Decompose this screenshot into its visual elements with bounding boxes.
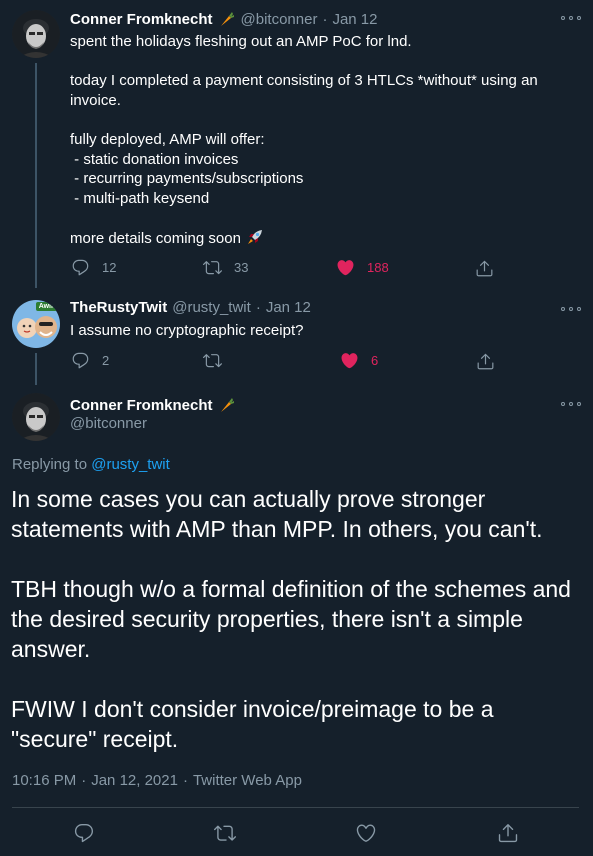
retweet-icon	[203, 351, 222, 370]
like-icon	[340, 351, 359, 370]
tweet-date[interactable]: Jan 12, 2021	[91, 772, 178, 789]
like-icon	[355, 822, 377, 844]
tweet-date[interactable]: Jan 12	[266, 299, 311, 316]
tweet-header: TheRustyTwit @rusty_twit · Jan 12	[70, 299, 311, 316]
retweet-icon	[203, 258, 222, 277]
tweet-date[interactable]: Jan 12	[332, 11, 377, 28]
replying-to: Replying to @rusty_twit	[12, 456, 170, 473]
author-name[interactable]: Conner Fromknecht	[70, 11, 213, 28]
more-icon[interactable]	[561, 302, 581, 316]
tweet-source[interactable]: Twitter Web App	[193, 772, 302, 789]
tweet-text: I assume no cryptographic receipt?	[70, 322, 304, 339]
avatar[interactable]	[12, 10, 60, 58]
reply-button[interactable]	[73, 822, 95, 844]
separator: ·	[255, 299, 261, 316]
author-name[interactable]: Conner Fromknecht	[70, 397, 213, 414]
retweet-count: 33	[234, 260, 249, 275]
like-icon	[336, 258, 355, 277]
thread-line	[35, 353, 37, 385]
like-count: 6	[371, 353, 379, 368]
author-handle[interactable]: @bitconner	[241, 11, 318, 28]
like-button[interactable]: 188	[336, 258, 389, 277]
like-button[interactable]	[355, 822, 377, 844]
reply-icon	[73, 822, 95, 844]
share-icon	[497, 822, 519, 844]
separator: ·	[322, 10, 328, 28]
replying-to-link[interactable]: @rusty_twit	[91, 456, 170, 473]
tweet-meta: 10:16 PM · Jan 12, 2021 · Twitter Web Ap…	[12, 772, 302, 789]
author-name[interactable]: TheRustyTwit	[70, 299, 167, 316]
replying-prefix: Replying to	[12, 456, 92, 473]
main-tweet-text: In some cases you can actually prove str…	[11, 486, 571, 752]
reply-icon	[71, 351, 90, 370]
reply-count: 12	[102, 260, 117, 275]
share-icon	[475, 259, 494, 278]
like-button[interactable]: 6	[340, 351, 378, 370]
like-count: 188	[367, 260, 389, 275]
reply-icon	[71, 258, 90, 277]
tweet-text: spent the holidays fleshing out an AMP P…	[70, 33, 538, 247]
tweet-time[interactable]: 10:16 PM	[12, 772, 76, 789]
avatar[interactable]: Awin	[12, 300, 60, 348]
author-handle[interactable]: @bitconner	[70, 415, 147, 432]
retweet-icon	[214, 822, 236, 844]
avatar[interactable]	[12, 393, 60, 441]
carrot-emoji	[218, 396, 236, 414]
share-button[interactable]	[497, 822, 519, 844]
separator: ·	[182, 772, 188, 789]
thread-line	[35, 63, 37, 288]
retweet-button[interactable]	[203, 351, 234, 370]
share-button[interactable]	[475, 259, 494, 278]
share-icon	[476, 352, 495, 371]
reply-button[interactable]: 2	[71, 351, 109, 370]
tweet-header: Conner Fromknecht @bitconner · Jan 12	[70, 10, 378, 28]
rocket-emoji	[246, 228, 264, 246]
retweet-button[interactable]	[214, 822, 236, 844]
reply-count: 2	[102, 353, 110, 368]
reply-button[interactable]: 12	[71, 258, 116, 277]
carrot-emoji	[218, 10, 236, 28]
more-icon[interactable]	[561, 397, 581, 411]
more-icon[interactable]	[561, 11, 581, 25]
share-button[interactable]	[476, 352, 495, 371]
author-handle[interactable]: @rusty_twit	[172, 299, 251, 316]
tweet-header: Conner Fromknecht	[70, 396, 236, 414]
separator: ·	[81, 772, 87, 789]
divider	[12, 807, 579, 808]
retweet-button[interactable]: 33	[203, 258, 248, 277]
avatar-badge: Awin	[38, 303, 56, 310]
